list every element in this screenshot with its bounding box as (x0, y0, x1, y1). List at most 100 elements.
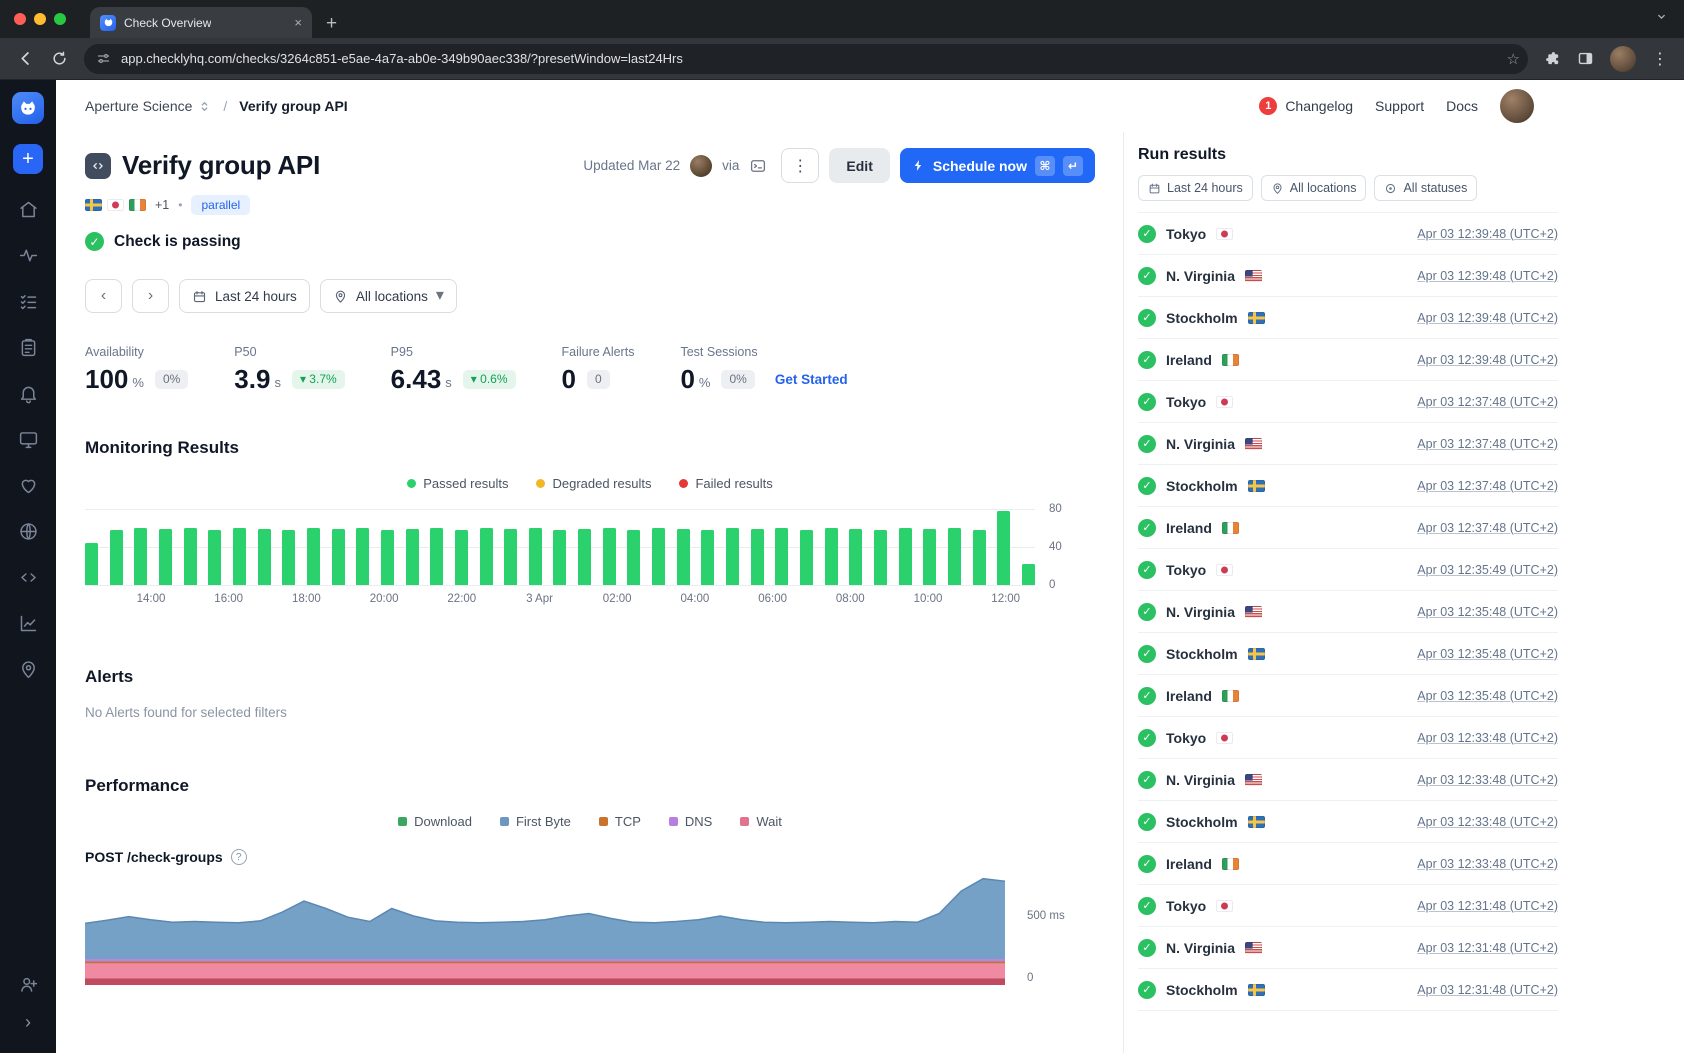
run-timestamp-link[interactable]: Apr 03 12:31:48 (UTC+2) (1417, 941, 1558, 955)
run-timestamp-link[interactable]: Apr 03 12:39:48 (UTC+2) (1417, 353, 1558, 367)
zoom-window-button[interactable] (54, 13, 66, 25)
result-bar[interactable] (578, 529, 591, 585)
sidebar-item-health[interactable] (0, 462, 56, 508)
sidebar-item-monitoring[interactable] (0, 232, 56, 278)
result-bar[interactable] (751, 529, 764, 585)
result-bar[interactable] (110, 530, 123, 585)
browser-profile-avatar[interactable] (1610, 46, 1636, 72)
result-bar[interactable] (381, 530, 394, 585)
run-result-row[interactable]: ✓ N. Virginia Apr 03 12:39:48 (UTC+2) (1138, 255, 1558, 297)
result-bar[interactable] (134, 528, 147, 585)
result-bar[interactable] (849, 529, 862, 585)
sidebar-item-analytics[interactable] (0, 600, 56, 646)
side-panel-icon[interactable] (1577, 50, 1594, 67)
result-bar[interactable] (356, 528, 369, 585)
run-result-row[interactable]: ✓ Stockholm Apr 03 12:33:48 (UTC+2) (1138, 801, 1558, 843)
run-timestamp-link[interactable]: Apr 03 12:35:48 (UTC+2) (1417, 689, 1558, 703)
run-result-row[interactable]: ✓ Stockholm Apr 03 12:37:48 (UTC+2) (1138, 465, 1558, 507)
run-result-row[interactable]: ✓ N. Virginia Apr 03 12:35:48 (UTC+2) (1138, 591, 1558, 633)
result-bar[interactable] (701, 530, 714, 585)
run-timestamp-link[interactable]: Apr 03 12:39:48 (UTC+2) (1417, 269, 1558, 283)
run-timestamp-link[interactable]: Apr 03 12:33:48 (UTC+2) (1417, 731, 1558, 745)
run-result-row[interactable]: ✓ Stockholm Apr 03 12:39:48 (UTC+2) (1138, 297, 1558, 339)
run-result-row[interactable]: ✓ Tokyo Apr 03 12:31:48 (UTC+2) (1138, 885, 1558, 927)
run-result-row[interactable]: ✓ Tokyo Apr 03 12:39:48 (UTC+2) (1138, 213, 1558, 255)
run-timestamp-link[interactable]: Apr 03 12:31:48 (UTC+2) (1417, 983, 1558, 997)
next-window-button[interactable]: › (132, 279, 169, 313)
result-bar[interactable] (208, 530, 221, 585)
invite-user-button[interactable] (0, 965, 56, 1003)
sidebar-item-dashboards[interactable] (0, 416, 56, 462)
result-bar[interactable] (874, 530, 887, 585)
result-bar[interactable] (1022, 564, 1035, 585)
address-bar[interactable]: app.checklyhq.com/checks/3264c851-e5ae-4… (84, 44, 1528, 74)
run-result-row[interactable]: ✓ N. Virginia Apr 03 12:33:48 (UTC+2) (1138, 759, 1558, 801)
result-bar[interactable] (258, 529, 271, 585)
run-timestamp-link[interactable]: Apr 03 12:31:48 (UTC+2) (1417, 899, 1558, 913)
run-result-row[interactable]: ✓ Tokyo Apr 03 12:37:48 (UTC+2) (1138, 381, 1558, 423)
url-text[interactable]: app.checklyhq.com/checks/3264c851-e5ae-4… (121, 51, 1497, 66)
result-bar[interactable] (529, 528, 542, 585)
sidebar-item-private-locations[interactable] (0, 508, 56, 554)
result-bar[interactable] (652, 528, 665, 585)
result-bar[interactable] (455, 530, 468, 585)
result-bar[interactable] (948, 528, 961, 585)
result-bar[interactable] (825, 528, 838, 585)
support-link[interactable]: Support (1375, 98, 1424, 114)
help-icon[interactable]: ? (231, 849, 247, 865)
changelog-link[interactable]: 1 Changelog (1259, 97, 1353, 115)
result-bar[interactable] (899, 528, 912, 585)
tab-close-icon[interactable]: × (294, 15, 302, 30)
run-timestamp-link[interactable]: Apr 03 12:37:48 (UTC+2) (1417, 395, 1558, 409)
run-result-row[interactable]: ✓ Stockholm Apr 03 12:35:48 (UTC+2) (1138, 633, 1558, 675)
result-bar[interactable] (233, 528, 246, 585)
runs-locations-chip[interactable]: All locations (1261, 175, 1367, 201)
result-bar[interactable] (406, 529, 419, 585)
run-timestamp-link[interactable]: Apr 03 12:37:48 (UTC+2) (1417, 479, 1558, 493)
run-result-row[interactable]: ✓ Tokyo Apr 03 12:35:49 (UTC+2) (1138, 549, 1558, 591)
user-avatar[interactable] (1500, 89, 1534, 123)
extensions-icon[interactable] (1544, 50, 1561, 67)
runs-statuses-chip[interactable]: All statuses (1374, 175, 1477, 201)
run-timestamp-link[interactable]: Apr 03 12:39:48 (UTC+2) (1417, 311, 1558, 325)
tab-search-chevron-icon[interactable] (1655, 10, 1668, 28)
result-bar[interactable] (430, 528, 443, 585)
run-timestamp-link[interactable]: Apr 03 12:37:48 (UTC+2) (1417, 437, 1558, 451)
run-result-row[interactable]: ✓ N. Virginia Apr 03 12:31:48 (UTC+2) (1138, 927, 1558, 969)
time-range-select[interactable]: Last 24 hours (179, 279, 310, 313)
result-bar[interactable] (627, 530, 640, 585)
result-bar[interactable] (997, 511, 1010, 585)
sidebar-item-groups[interactable] (0, 324, 56, 370)
sidebar-item-locations[interactable] (0, 646, 56, 692)
checkly-logo[interactable] (12, 92, 44, 124)
run-timestamp-link[interactable]: Apr 03 12:39:48 (UTC+2) (1417, 227, 1558, 241)
breadcrumb-account[interactable]: Aperture Science (85, 98, 192, 114)
result-bar[interactable] (332, 529, 345, 585)
locations-select[interactable]: All locations ▾ (320, 279, 457, 313)
create-button[interactable]: + (13, 144, 43, 174)
sidebar-item-home[interactable] (0, 186, 56, 232)
site-info-icon[interactable] (96, 51, 111, 66)
close-window-button[interactable] (14, 13, 26, 25)
browser-menu-icon[interactable]: ⋮ (1652, 49, 1668, 69)
run-result-row[interactable]: ✓ N. Virginia Apr 03 12:37:48 (UTC+2) (1138, 423, 1558, 465)
result-bar[interactable] (800, 530, 813, 585)
sidebar-item-alerts[interactable] (0, 370, 56, 416)
new-tab-button[interactable]: + (326, 14, 337, 33)
run-result-row[interactable]: ✓ Ireland Apr 03 12:33:48 (UTC+2) (1138, 843, 1558, 885)
sidebar-expand-button[interactable]: › (0, 1003, 56, 1041)
result-bar[interactable] (973, 530, 986, 585)
result-bar[interactable] (85, 543, 98, 585)
runs-time-range-chip[interactable]: Last 24 hours (1138, 175, 1253, 201)
minimize-window-button[interactable] (34, 13, 46, 25)
run-timestamp-link[interactable]: Apr 03 12:35:49 (UTC+2) (1417, 563, 1558, 577)
run-timestamp-link[interactable]: Apr 03 12:33:48 (UTC+2) (1417, 857, 1558, 871)
run-timestamp-link[interactable]: Apr 03 12:33:48 (UTC+2) (1417, 773, 1558, 787)
run-timestamp-link[interactable]: Apr 03 12:35:48 (UTC+2) (1417, 647, 1558, 661)
account-switcher-icon[interactable] (198, 100, 211, 113)
result-bar[interactable] (677, 529, 690, 585)
back-button[interactable] (16, 49, 35, 68)
refresh-button[interactable] (51, 50, 68, 67)
run-result-row[interactable]: ✓ Stockholm Apr 03 12:31:48 (UTC+2) (1138, 969, 1558, 1011)
run-timestamp-link[interactable]: Apr 03 12:33:48 (UTC+2) (1417, 815, 1558, 829)
